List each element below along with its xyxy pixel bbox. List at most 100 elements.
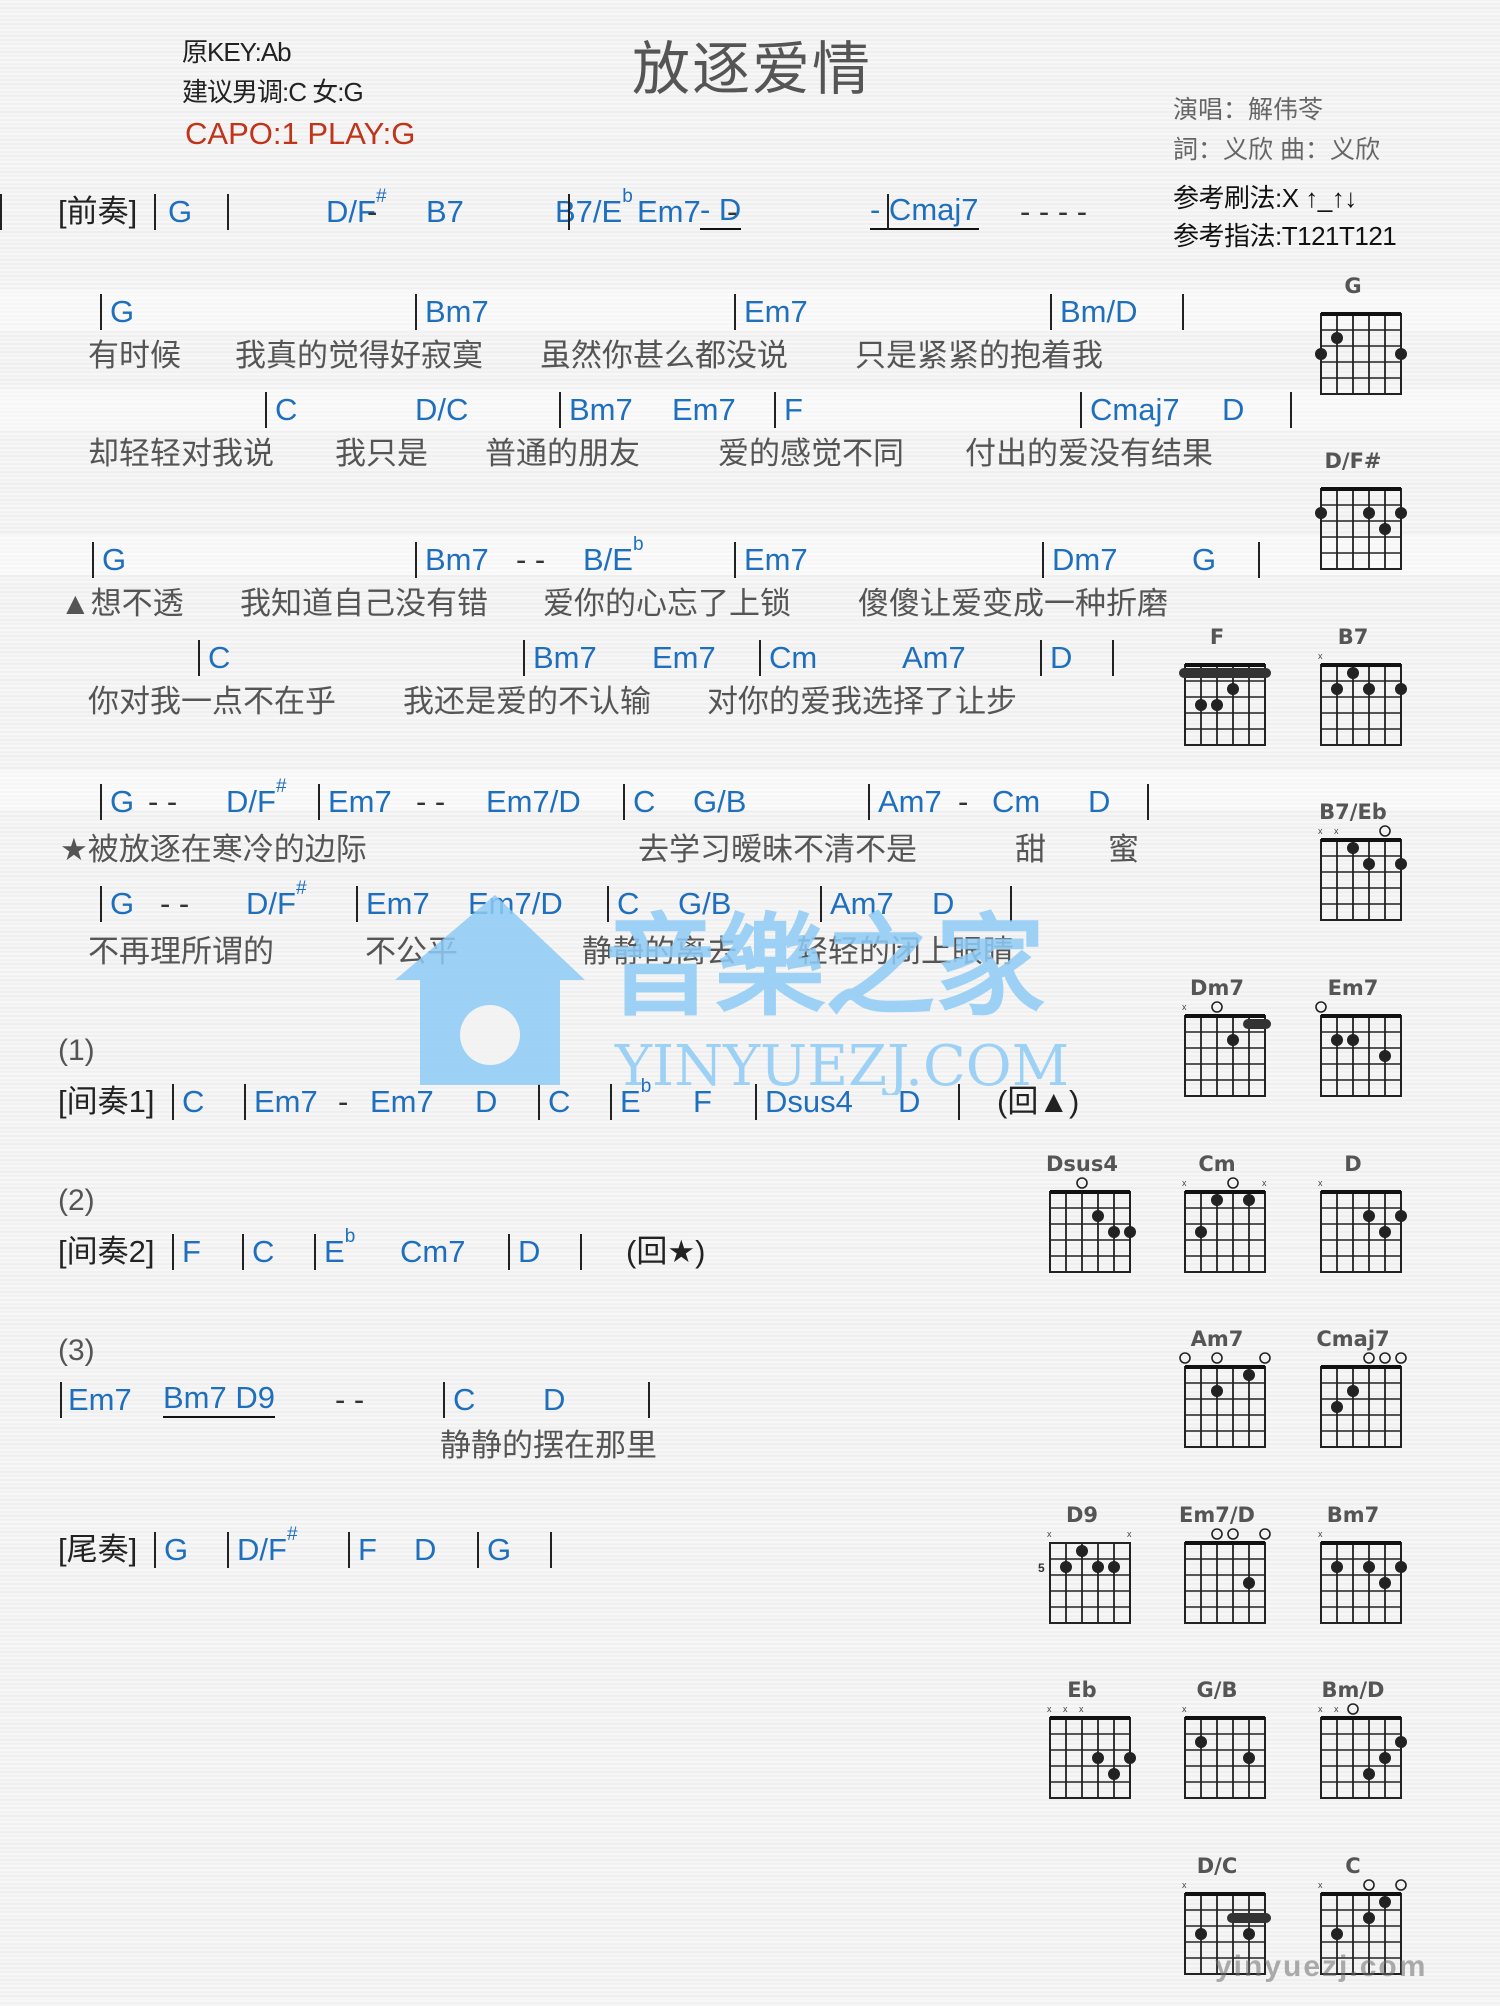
chord-diagram: Am7 — [1167, 1327, 1271, 1477]
muted-string-marker: x — [1079, 1704, 1084, 1714]
token-text: [间奏1] — [58, 1084, 155, 1119]
chord-symbol: C — [633, 782, 655, 822]
chord-symbol: Em7/D — [468, 884, 563, 924]
lyric-phrase: 静静的离去 — [582, 934, 737, 969]
lyric-phrase: 轻轻的闭上眼睛 — [797, 934, 1014, 969]
fretboard-grid: x — [1182, 1704, 1266, 1799]
chord-diagram-name: Dm7 — [1190, 976, 1244, 1000]
open-string-marker — [1211, 1528, 1223, 1540]
token-text: D — [518, 1234, 541, 1269]
finger-dot — [1092, 1752, 1104, 1764]
chord-symbol: D/F# — [226, 776, 287, 822]
rest-dashes: - — [338, 1082, 348, 1122]
fretboard-grid: x — [1318, 651, 1407, 746]
token-text: G — [110, 886, 135, 921]
finger-dot — [1379, 1577, 1391, 1589]
token-text: Am7 — [878, 784, 942, 819]
token-text: C — [208, 640, 231, 675]
barline — [477, 1532, 479, 1568]
chord-symbol: B7/Eb — [555, 186, 633, 232]
chord-symbol: Em7 — [637, 192, 701, 232]
muted-string-marker: x — [1318, 1704, 1323, 1714]
chord-diagram-name: Em7/D — [1179, 1503, 1255, 1527]
token-text: G — [110, 294, 135, 329]
token-text: Em7 — [366, 886, 430, 921]
chord-symbol: Em7/D — [486, 782, 581, 822]
barline — [1290, 392, 1292, 428]
token-text: Bm7 — [425, 542, 489, 577]
chord-diagram-name: G — [1344, 274, 1362, 298]
lyric-phrase: 我真的觉得好寂寞 — [235, 338, 483, 373]
barline — [348, 1532, 350, 1568]
nut — [1050, 1190, 1130, 1194]
chord-diagram-name: F — [1209, 625, 1225, 649]
token-text: B7/E — [555, 194, 623, 229]
chord-symbol: C — [182, 1082, 204, 1122]
chord-symbol: D — [414, 1530, 436, 1570]
chord-symbol: D — [1222, 390, 1244, 430]
rest-dashes: - — [727, 192, 737, 232]
token-text: Em7 — [370, 1084, 434, 1119]
chord-diagram-name: B7 — [1337, 625, 1369, 649]
chord-diagram: Eb x x x — [1032, 1678, 1136, 1828]
token-text: - - — [160, 886, 190, 921]
barline — [550, 1532, 552, 1568]
barline — [887, 194, 889, 230]
token-text: G — [164, 1532, 189, 1567]
fretboard-grid: 5 x x — [1038, 1529, 1132, 1624]
chord-diagram-name: Eb — [1067, 1678, 1097, 1702]
token-text: D — [475, 1084, 498, 1119]
barline — [610, 1084, 612, 1120]
token-text: Em7 — [637, 194, 701, 229]
rest-dashes: - - — [416, 782, 445, 822]
strum-pattern: 参考刷法:X ↑_↑↓ — [1173, 183, 1357, 213]
chord-diagram: F — [1167, 625, 1271, 775]
barline — [508, 1234, 510, 1270]
finger-dot — [1227, 1034, 1239, 1046]
accidental: # — [375, 186, 387, 207]
chord-symbol: D/F# — [237, 1524, 298, 1570]
chord-diagram-name: G/B — [1196, 1678, 1238, 1702]
nut — [1321, 1365, 1401, 1369]
finger-dot — [1227, 683, 1239, 695]
singer-credit: 演唱：解伟苓 — [1173, 96, 1324, 124]
original-key: 原KEY:Ab — [182, 37, 292, 67]
nut — [1321, 487, 1401, 491]
chord-symbol: G — [110, 292, 134, 332]
token-text: Em7 — [254, 1084, 318, 1119]
chord-symbol: D — [1088, 782, 1110, 822]
open-string-marker — [1259, 1528, 1271, 1540]
lyric-phrase: 不再理所谓的 — [88, 934, 274, 969]
chord-diagram: Dm7 x — [1167, 976, 1271, 1126]
lyric-phrase: ▲想不透 — [60, 586, 184, 621]
fretboard-grid — [1049, 1177, 1136, 1273]
accidental: b — [344, 1226, 356, 1247]
finger-dot — [1395, 858, 1407, 870]
token-text: F — [358, 1532, 377, 1567]
finger-dot — [1211, 1194, 1223, 1206]
token-text: Bm7 — [533, 640, 597, 675]
chord-diagram-name: Bm7 — [1326, 1503, 1380, 1527]
token-text: Cmaj7 — [1090, 392, 1180, 427]
section-marker-3: (3) — [58, 1334, 95, 1367]
lyric-phrase: 去学习暧昧不清不是 — [638, 832, 917, 867]
nut — [1185, 663, 1265, 667]
token-text: Dm7 — [1052, 542, 1118, 577]
token-text: Em7 — [744, 294, 808, 329]
barline — [580, 1234, 582, 1270]
nut — [1321, 1541, 1401, 1545]
finger-dot — [1347, 667, 1359, 679]
chord-diagram: G — [1303, 274, 1407, 424]
barline — [227, 194, 229, 230]
chord-diagram: Em7 — [1303, 976, 1403, 1126]
fretboard-grid — [1179, 663, 1271, 746]
lyric-phrase: 付出的爱没有结果 — [965, 436, 1213, 471]
nut — [1321, 1190, 1401, 1194]
muted-string-marker: x — [1262, 1178, 1267, 1188]
nut — [1185, 1190, 1265, 1194]
open-string-marker — [1379, 1352, 1391, 1364]
fretboard-grid: x — [1182, 1880, 1271, 1975]
token-text: C — [453, 1382, 476, 1417]
muted-string-marker: x — [1182, 1002, 1187, 1012]
token-text: D/F — [237, 1532, 287, 1567]
